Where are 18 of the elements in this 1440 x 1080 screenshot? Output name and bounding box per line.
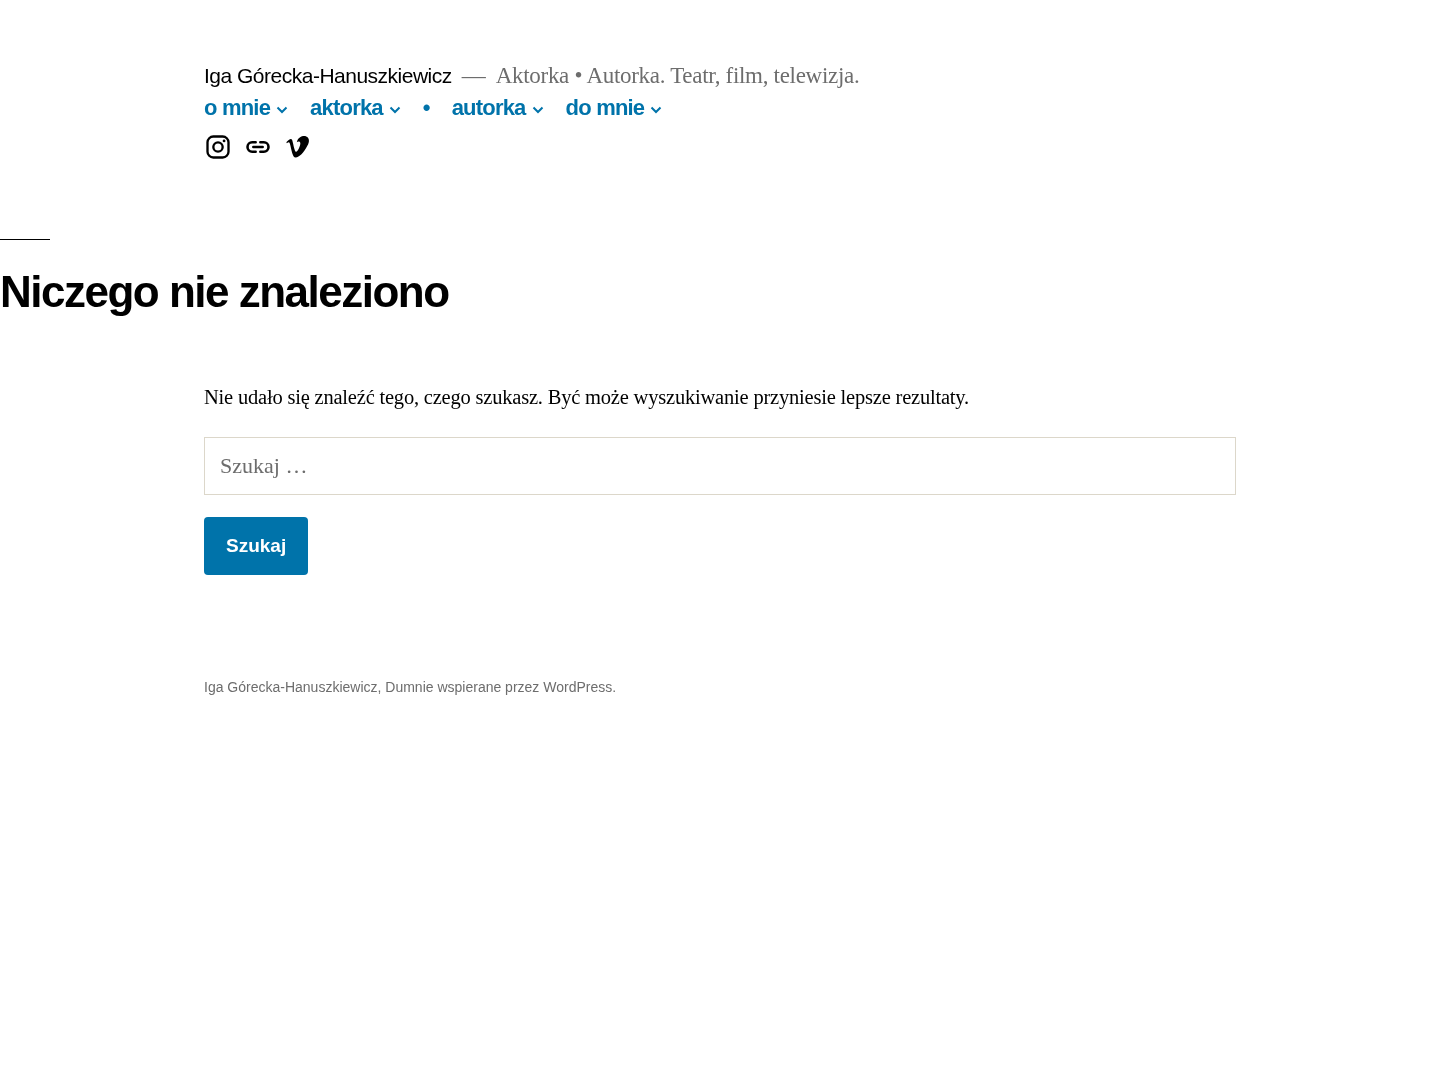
caret-icon[interactable]: [276, 106, 289, 114]
page-title: Niczego nie znaleziono: [0, 268, 450, 317]
caret-icon[interactable]: [531, 106, 544, 114]
search-field[interactable]: Szukaj …: [204, 437, 1236, 496]
search-button[interactable]: Szukaj: [204, 517, 309, 576]
nav-link[interactable]: •: [422, 95, 430, 121]
dash: —: [461, 62, 486, 89]
message-text: Nie udało się znaleźć tego, czego szukasz. Być może wyszukiwanie przyniesie lepsze rezultaty.: [204, 386, 970, 410]
nav-link[interactable]: autorka: [451, 95, 526, 121]
caret-icon[interactable]: [388, 106, 401, 114]
nav-link[interactable]: do mnie: [565, 95, 645, 121]
nav-link[interactable]: o mnie: [204, 95, 271, 121]
footer-text: Iga Górecka-Hanuszkiewicz, Dumnie wspierane przez WordPress.: [204, 679, 617, 696]
site-tagline: Aktorka • Autorka. Teatr, film, telewizja.: [495, 63, 860, 89]
nav-link[interactable]: aktorka: [310, 95, 383, 121]
instagram-icon[interactable]: [204, 133, 232, 161]
site-title-link[interactable]: Iga Górecka-Hanuszkiewicz: [204, 64, 452, 88]
caret-icon[interactable]: [650, 106, 663, 114]
